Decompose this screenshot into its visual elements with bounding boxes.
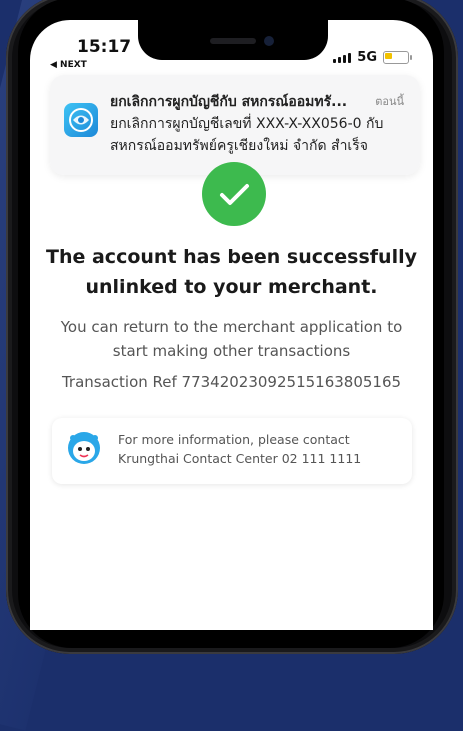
- contact-info-card: For more information, please contact Kru…: [52, 418, 412, 484]
- return-instructions: You can return to the merchant applicati…: [60, 318, 403, 360]
- network-label: 5G: [357, 50, 377, 65]
- speaker-grille: [210, 38, 256, 44]
- push-notification[interactable]: ยกเลิกการผูกบัญชีกับ สหกรณ์ออมทรั... ตอน…: [50, 75, 420, 175]
- transaction-ref: Transaction Ref 7734202309251516380516​5: [61, 373, 402, 391]
- front-camera: [264, 36, 274, 46]
- headline-line-2: unlinked to your merchant.: [85, 276, 378, 298]
- mascot-icon: [66, 430, 102, 466]
- krungthai-app-icon: [64, 103, 98, 137]
- back-to-app-link[interactable]: ◀ NEXT: [50, 60, 87, 70]
- contact-line-2: Krungthai Contact Center 02 111 1111: [118, 451, 362, 466]
- contact-info-text: For more information, please contact Kru…: [118, 430, 398, 468]
- success-headline: The account has been successfully unlink…: [30, 242, 433, 302]
- notification-time: ตอนนี้: [375, 95, 404, 108]
- notch: [138, 20, 328, 60]
- notification-title: ยกเลิกการผูกบัญชีกับ สหกรณ์ออมทรั...: [110, 94, 348, 110]
- success-checkmark-icon: [202, 162, 266, 226]
- status-indicators: 5G: [333, 50, 412, 65]
- notification-body: ยกเลิกการผูกบัญชีเลขที่ XXX-X-XX056-0 กั…: [110, 116, 384, 154]
- headline-line-1: The account has been successfully: [46, 246, 417, 268]
- battery-icon: [383, 51, 412, 64]
- signal-icon: [333, 52, 352, 63]
- status-time: 15:17: [77, 37, 132, 57]
- contact-line-1: For more information, please contact: [118, 432, 350, 447]
- phone-screen: 15:17 ◀ NEXT 5G ยกเลิกการผูกบัญชีกับ สหก…: [30, 20, 433, 630]
